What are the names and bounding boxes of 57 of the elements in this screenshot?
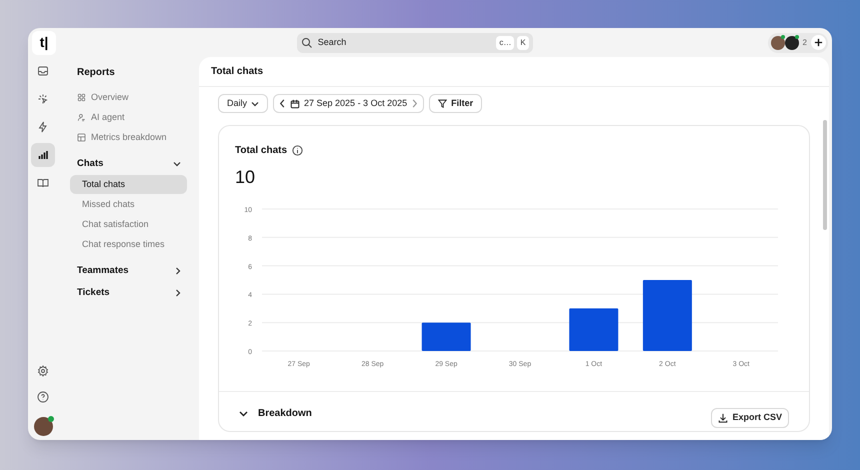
shortcut-key: c… bbox=[496, 36, 514, 50]
chevron-left-icon[interactable] bbox=[279, 99, 286, 108]
help-icon[interactable] bbox=[37, 391, 49, 403]
date-range: 27 Sep 2025 - 3 Oct 2025 bbox=[304, 96, 408, 110]
sidebar-group-header[interactable]: Chats bbox=[70, 153, 187, 175]
settings-icon[interactable] bbox=[37, 365, 49, 377]
chevron-right-icon[interactable] bbox=[411, 99, 418, 108]
sidebar-group-header[interactable]: Teammates bbox=[70, 260, 187, 282]
chevron-down-icon bbox=[173, 161, 181, 167]
sidebar-group-header[interactable]: Tickets bbox=[70, 282, 187, 304]
chevron-down-icon bbox=[239, 410, 248, 416]
grid-icon bbox=[77, 93, 86, 102]
date-range-picker[interactable]: 27 Sep 2025 - 3 Oct 2025 bbox=[273, 94, 424, 113]
filter-button[interactable]: Filter bbox=[429, 94, 482, 113]
logo[interactable]: t| bbox=[32, 30, 56, 54]
card-title: Total chats bbox=[235, 144, 288, 158]
sidebar-item[interactable]: Missed chats bbox=[70, 195, 187, 214]
bar-chart-icon bbox=[37, 149, 49, 161]
book-icon bbox=[37, 177, 49, 189]
chart-bar bbox=[422, 322, 471, 351]
sidebar-link[interactable]: AI agent bbox=[70, 110, 187, 125]
chevron-right-icon bbox=[175, 289, 181, 297]
user-avatar[interactable] bbox=[34, 417, 52, 436]
info-icon[interactable] bbox=[292, 145, 304, 156]
download-icon bbox=[718, 412, 728, 422]
sidebar-link[interactable]: Metrics breakdown bbox=[70, 130, 187, 145]
export-csv-button[interactable]: Export CSV bbox=[711, 408, 789, 428]
sparkle-cursor-icon bbox=[37, 93, 49, 105]
lightning-icon bbox=[37, 121, 49, 133]
sidebar-item[interactable]: Chat satisfaction bbox=[70, 215, 187, 234]
chart-bar bbox=[569, 308, 618, 351]
chevron-down-icon bbox=[251, 100, 260, 106]
plus-icon bbox=[814, 38, 823, 47]
search-field[interactable]: Search c… K bbox=[296, 32, 533, 52]
search-icon bbox=[300, 36, 313, 48]
sidebar-item[interactable]: Chat response times bbox=[70, 235, 187, 254]
filter-icon bbox=[438, 99, 448, 108]
person-icon bbox=[77, 113, 86, 122]
chart-bar bbox=[642, 280, 692, 351]
rail-item[interactable] bbox=[31, 143, 55, 167]
shortcut-key: K bbox=[517, 36, 529, 50]
inbox-icon bbox=[37, 65, 49, 77]
scrollbar[interactable] bbox=[823, 120, 827, 230]
sidebar-item[interactable]: Total chats bbox=[70, 175, 187, 194]
chevron-right-icon bbox=[175, 267, 181, 275]
avatar[interactable] bbox=[784, 36, 799, 50]
table-icon bbox=[77, 133, 86, 142]
total-value: 10 bbox=[235, 166, 256, 189]
period-dropdown[interactable]: Daily bbox=[218, 94, 268, 113]
breakdown-toggle[interactable]: Breakdown bbox=[239, 406, 312, 421]
presence-count: 2 bbox=[802, 36, 807, 48]
add-button[interactable] bbox=[811, 35, 826, 50]
search-input: Search bbox=[318, 36, 492, 50]
sidebar-link[interactable]: Overview bbox=[70, 90, 187, 105]
page-title: Total chats bbox=[211, 65, 264, 79]
sidebar-title: Reports bbox=[76, 66, 116, 80]
calendar-icon bbox=[290, 98, 300, 108]
